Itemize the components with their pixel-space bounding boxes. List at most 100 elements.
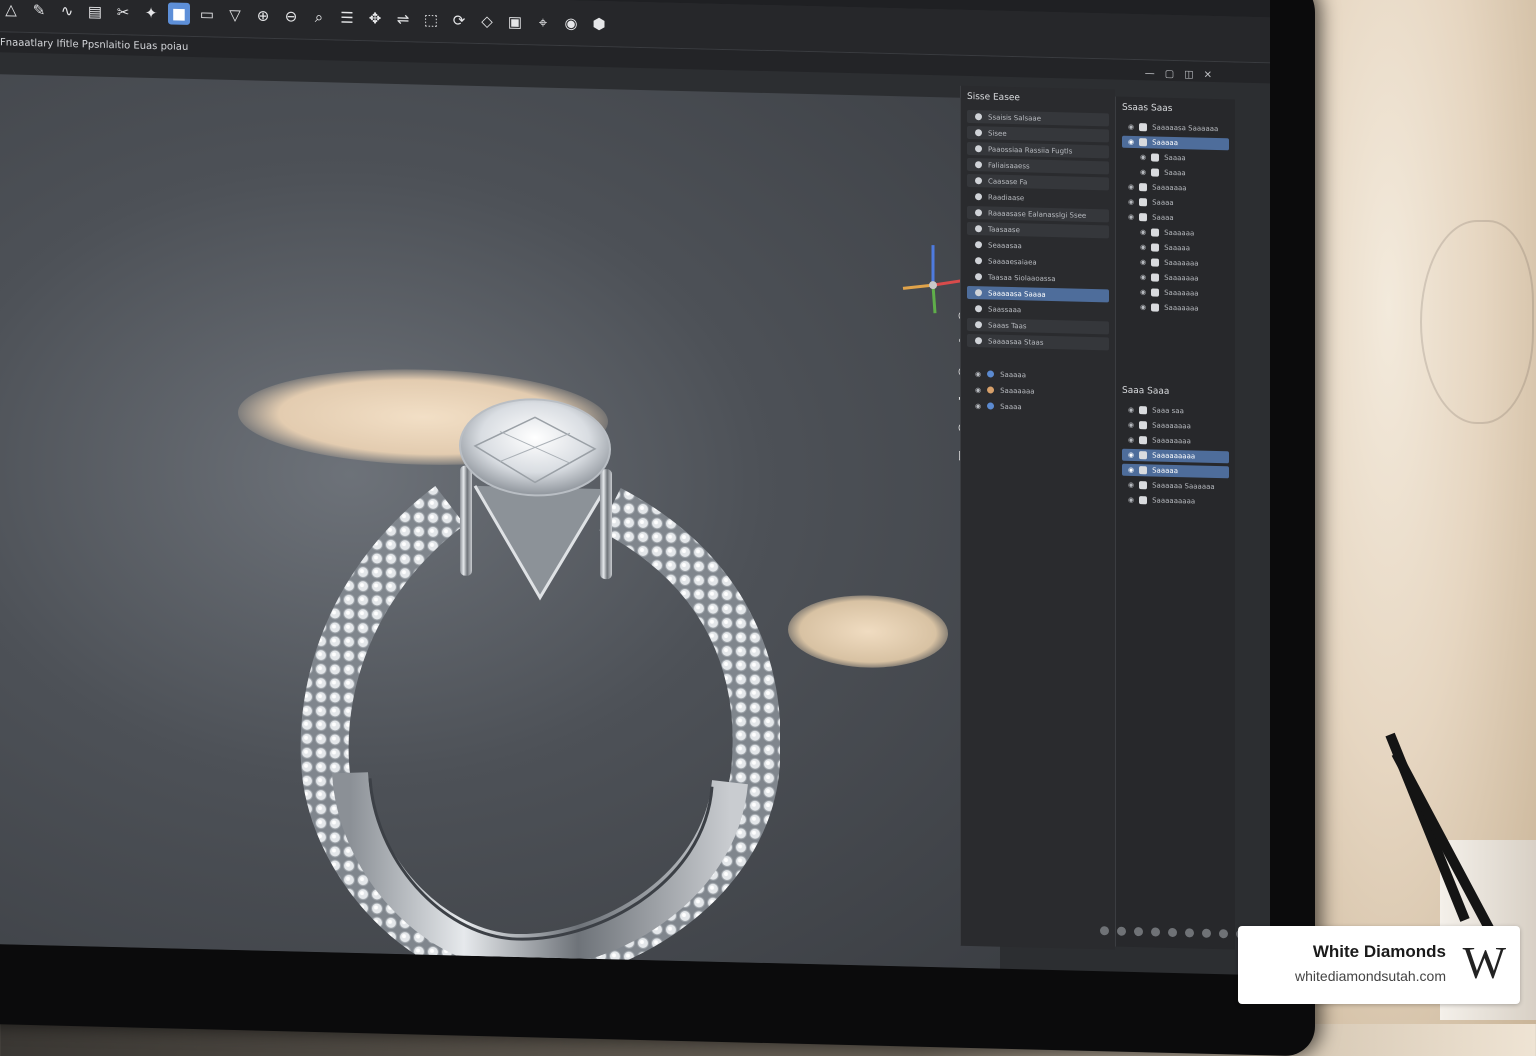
maximize-icon[interactable]: ▢ — [1165, 69, 1174, 80]
visibility-icon[interactable]: ◉ — [1140, 258, 1146, 266]
taskbar-app-icon[interactable] — [1151, 927, 1160, 937]
box-icon[interactable]: ▤ — [84, 0, 106, 22]
material-row[interactable]: ◉ Saaaaa — [967, 367, 1109, 383]
restore-icon[interactable]: ◫ — [1184, 69, 1193, 80]
zoom-out-icon[interactable]: ⊖ — [280, 5, 302, 28]
taskbar-app-icon[interactable] — [1185, 928, 1194, 938]
visibility-icon[interactable]: ◉ — [975, 386, 981, 394]
gem-icon[interactable]: ◇ — [476, 9, 498, 32]
visibility-icon[interactable]: ◉ — [1140, 303, 1146, 311]
property-row[interactable]: Sisee — [967, 125, 1109, 143]
move-icon[interactable]: ✥ — [364, 7, 386, 30]
outliner-item[interactable]: ◉ Saaaaaaaaa — [1122, 448, 1229, 464]
ring-model[interactable] — [300, 382, 780, 976]
taskbar-app-icon[interactable] — [1202, 928, 1211, 938]
visibility-icon[interactable]: ◉ — [1140, 243, 1146, 251]
visibility-icon[interactable]: ◉ — [1128, 123, 1134, 131]
pen-icon[interactable]: ✎ — [28, 0, 50, 21]
visibility-icon[interactable]: ◉ — [1128, 198, 1134, 206]
outliner-item[interactable]: ◉ Saaaaa — [1122, 135, 1229, 151]
camera-icon[interactable]: ◉ — [560, 11, 582, 34]
triangle-icon[interactable]: ▽ — [224, 3, 246, 26]
property-row[interactable]: Taasaa Siolaaoassa — [967, 270, 1109, 286]
property-row[interactable]: Saaaaasa Saaaa — [967, 285, 1109, 303]
visibility-icon[interactable]: ◉ — [1128, 451, 1134, 459]
select-icon[interactable]: △ — [0, 0, 22, 20]
close-icon[interactable]: ✕ — [1204, 70, 1212, 81]
outliner-item[interactable]: ◉ Saaaaa — [1122, 241, 1229, 256]
visibility-icon[interactable]: ◉ — [1140, 153, 1146, 161]
property-row[interactable]: Taasaase — [967, 221, 1109, 239]
property-row[interactable]: Saaas Taas — [967, 317, 1109, 335]
visibility-icon[interactable]: ◉ — [975, 370, 981, 378]
minimize-icon[interactable]: — — [1145, 68, 1155, 79]
render-icon[interactable]: ▣ — [504, 10, 526, 33]
visibility-icon[interactable]: ◉ — [975, 402, 981, 410]
snap-icon[interactable]: ⌖ — [532, 11, 554, 34]
square-icon[interactable]: ■ — [168, 1, 190, 25]
property-row[interactable]: Saaaasaa Staas — [967, 333, 1109, 351]
cut-icon[interactable]: ✂ — [112, 1, 134, 24]
transform-icon[interactable]: ⬚ — [420, 8, 442, 31]
outliner-item[interactable]: ◉ Saaaaa — [1122, 463, 1229, 479]
property-row[interactable]: Caasase Fa — [967, 173, 1109, 191]
object-icon — [1139, 198, 1148, 207]
visibility-icon[interactable]: ◉ — [1128, 213, 1134, 221]
align-icon[interactable]: ⇌ — [392, 7, 414, 30]
taskbar-app-icon[interactable] — [1117, 926, 1126, 936]
curve-icon[interactable]: ∿ — [56, 0, 78, 22]
property-row[interactable]: Raaaasase Ealanasslgi Ssee — [967, 205, 1109, 223]
visibility-icon[interactable]: ◉ — [1140, 288, 1146, 296]
property-row[interactable]: Raadiaase — [967, 190, 1109, 206]
outliner-item[interactable]: ◉ Saaaaaaa — [1122, 181, 1229, 196]
taskbar-app-icon[interactable] — [1168, 927, 1177, 938]
outliner-item[interactable]: ◉ Saaaa — [1122, 151, 1229, 166]
layers-icon[interactable]: ☰ — [336, 6, 358, 29]
taskbar-app-icon[interactable] — [1134, 927, 1143, 937]
outliner-item[interactable]: ◉ Saaaa — [1122, 166, 1229, 181]
property-row[interactable]: Saassaaa — [967, 302, 1109, 318]
property-row[interactable]: Seaaasaa — [967, 238, 1109, 254]
visibility-icon[interactable]: ◉ — [1140, 168, 1146, 176]
visibility-icon[interactable]: ◉ — [1128, 406, 1134, 414]
outliner-item[interactable]: ◉ Saaaa — [1122, 211, 1229, 226]
bullet-icon — [975, 257, 982, 265]
visibility-icon[interactable]: ◉ — [1128, 481, 1134, 489]
outliner-item[interactable]: ◉ Saaaaaaaa — [1122, 434, 1229, 449]
outliner-item[interactable]: ◉ Saaaaaaaa — [1122, 419, 1229, 434]
zoom-in-icon[interactable]: ⊕ — [252, 4, 274, 27]
rect-icon[interactable]: ▭ — [196, 3, 218, 26]
outliner-item[interactable]: ◉ Saaaaaa — [1122, 226, 1229, 241]
globe-icon[interactable]: ⬢ — [588, 12, 610, 35]
property-row[interactable]: Saaaaesaiaea — [967, 254, 1109, 270]
visibility-icon[interactable]: ◉ — [1128, 138, 1134, 146]
rotate-icon[interactable]: ⟳ — [448, 9, 470, 32]
visibility-icon[interactable]: ◉ — [1128, 496, 1134, 504]
outliner-item[interactable]: ◉ Saaaaaa Saaaaaa — [1122, 479, 1229, 494]
outliner-item[interactable]: ◉ Saaaaaaaaa — [1122, 494, 1229, 509]
outliner-item[interactable]: ◉ Saaaa — [1122, 196, 1229, 211]
outliner-item[interactable]: ◉ Saaaaasa Saaaaaa — [1122, 121, 1229, 136]
property-row[interactable]: Faliaisaaess — [967, 157, 1109, 175]
property-row[interactable]: Ssaisis Salsaae — [967, 109, 1109, 127]
outliner-item[interactable]: ◉ Saaaaaaa — [1122, 286, 1229, 301]
outliner-item[interactable]: ◉ Saaa saa — [1122, 404, 1229, 419]
visibility-icon[interactable]: ◉ — [1128, 466, 1134, 474]
property-row[interactable]: Paaossiaa Rassiia Fugtls — [967, 141, 1109, 159]
3d-viewport[interactable]: ◉ ✎ ◎ ✒ ◍ ▣ — [0, 74, 1000, 976]
visibility-icon[interactable]: ◉ — [1128, 183, 1134, 191]
outliner-item[interactable]: ◉ Saaaaaaa — [1122, 301, 1229, 316]
visibility-icon[interactable]: ◉ — [1140, 273, 1146, 281]
outliner-item[interactable]: ◉ Saaaaaaa — [1122, 271, 1229, 286]
material-row[interactable]: ◉ Saaaaaaa — [967, 383, 1109, 399]
taskbar-app-icon[interactable] — [1219, 929, 1228, 939]
material-row[interactable]: ◉ Saaaa — [967, 399, 1109, 415]
material-swatch-icon — [987, 386, 995, 394]
visibility-icon[interactable]: ◉ — [1140, 228, 1146, 236]
visibility-icon[interactable]: ◉ — [1128, 436, 1134, 444]
brush-icon[interactable]: ✦ — [140, 1, 162, 24]
search-icon[interactable]: ⌕ — [308, 5, 330, 28]
visibility-icon[interactable]: ◉ — [1128, 421, 1134, 429]
taskbar-app-icon[interactable] — [1100, 926, 1109, 936]
outliner-item[interactable]: ◉ Saaaaaaa — [1122, 256, 1229, 271]
